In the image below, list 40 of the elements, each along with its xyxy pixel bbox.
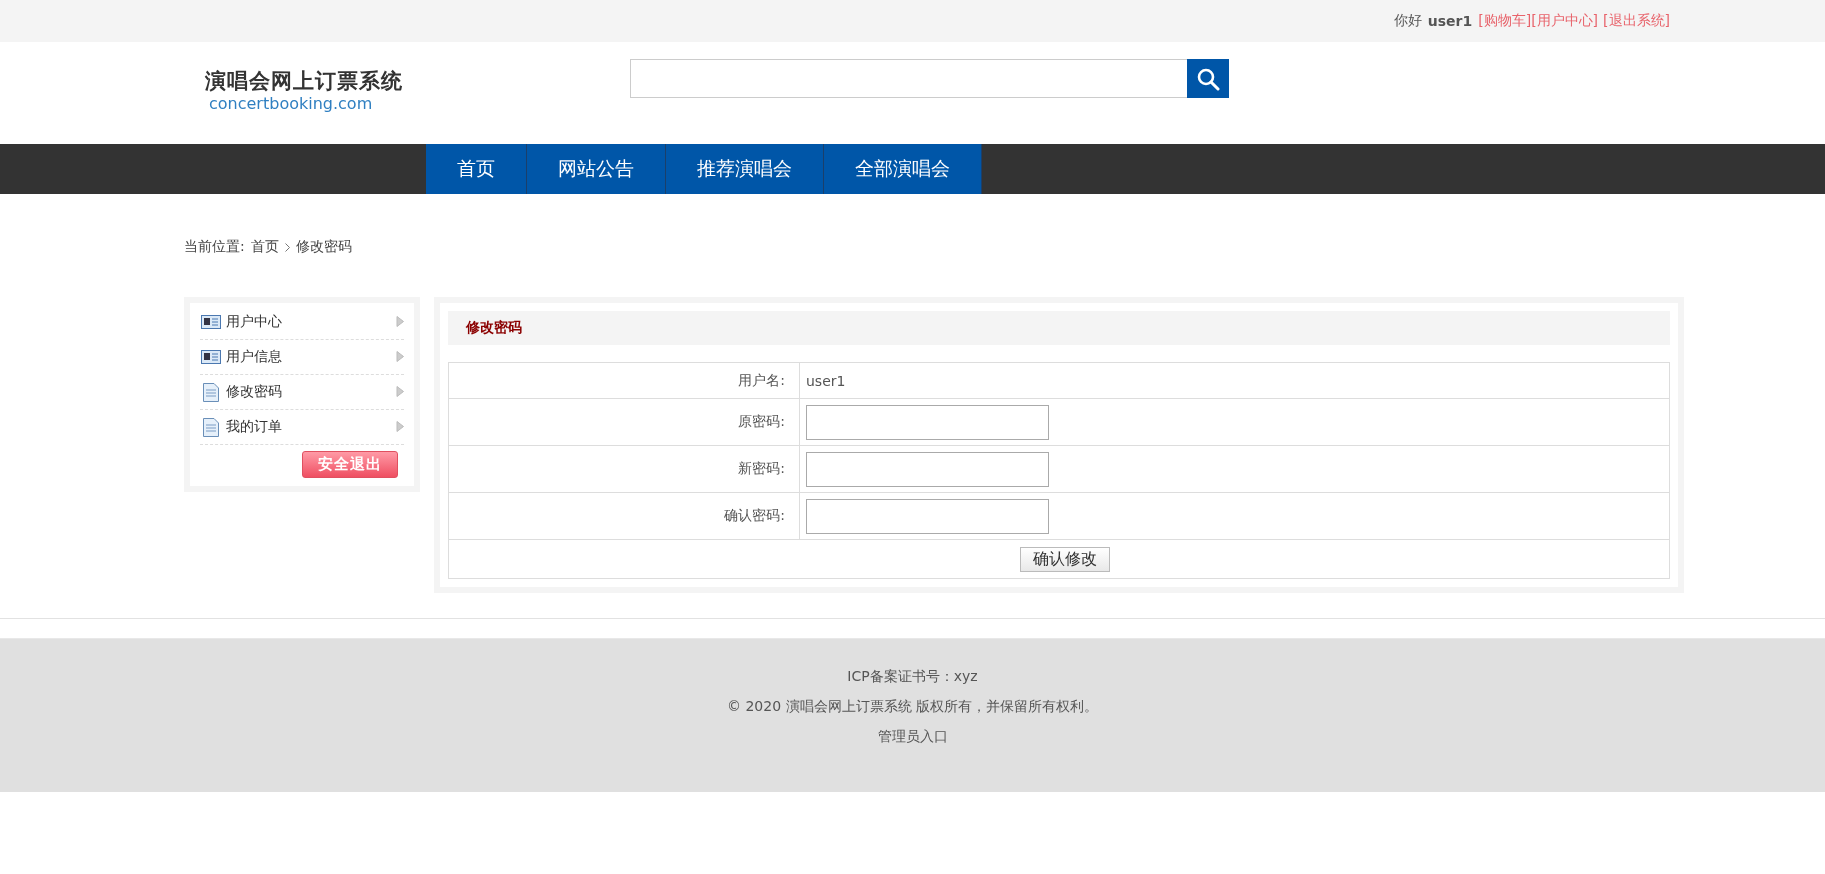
id-card-icon: [201, 314, 221, 330]
logo-title: 演唱会网上订票系统: [205, 68, 404, 94]
panel-title: 修改密码: [466, 319, 522, 337]
password-field[interactable]: [806, 404, 1049, 440]
submit-button[interactable]: 确认修改: [1020, 546, 1110, 572]
sidebar-item[interactable]: 用户信息: [200, 340, 404, 375]
footer-text: ICP备案证书号：xyz: [847, 667, 978, 686]
field-label: 新密码:: [448, 445, 800, 493]
breadcrumb-label: 当前位置:: [184, 238, 245, 256]
chevron-icon: [396, 386, 404, 397]
chevron-icon: [396, 351, 404, 362]
breadcrumb-current: 修改密码: [295, 238, 352, 256]
search-field[interactable]: [630, 59, 1187, 98]
field-label: 原密码:: [448, 398, 800, 446]
password-field[interactable]: [806, 498, 1049, 534]
breadcrumb-link[interactable]: 首页: [250, 238, 279, 256]
field-label: 确认密码:: [448, 492, 800, 540]
nav-tab[interactable]: 全部演唱会: [824, 144, 982, 194]
footer-text: © 2020 演唱会网上订票系统 版权所有，并保留所有权利。: [727, 697, 1098, 716]
chevron-icon: [396, 316, 404, 327]
admin-link[interactable]: 管理员入口: [877, 727, 948, 746]
search-icon: [1196, 66, 1220, 91]
document-icon: [203, 382, 219, 402]
id-card-icon: [201, 349, 221, 365]
username-value: user1: [799, 362, 1670, 399]
document-icon: [203, 417, 219, 437]
chevron-icon: [284, 242, 290, 252]
nav-tab[interactable]: 首页: [426, 144, 527, 194]
greeting-text: 你好: [1393, 12, 1422, 30]
sidebar-item[interactable]: 我的订单: [200, 410, 404, 445]
sidebar-item[interactable]: 修改密码: [200, 375, 404, 410]
nav-tab[interactable]: 推荐演唱会: [666, 144, 824, 194]
logo-domain: concertbooking.com: [209, 94, 374, 114]
field-label: 用户名:: [448, 362, 800, 399]
username-text: user1: [1427, 13, 1473, 29]
sidebar-item[interactable]: 用户中心: [200, 305, 404, 340]
chevron-icon: [396, 421, 404, 432]
search-button[interactable]: [1187, 59, 1229, 98]
nav-tab[interactable]: 网站公告: [527, 144, 666, 194]
password-field[interactable]: [806, 451, 1049, 487]
